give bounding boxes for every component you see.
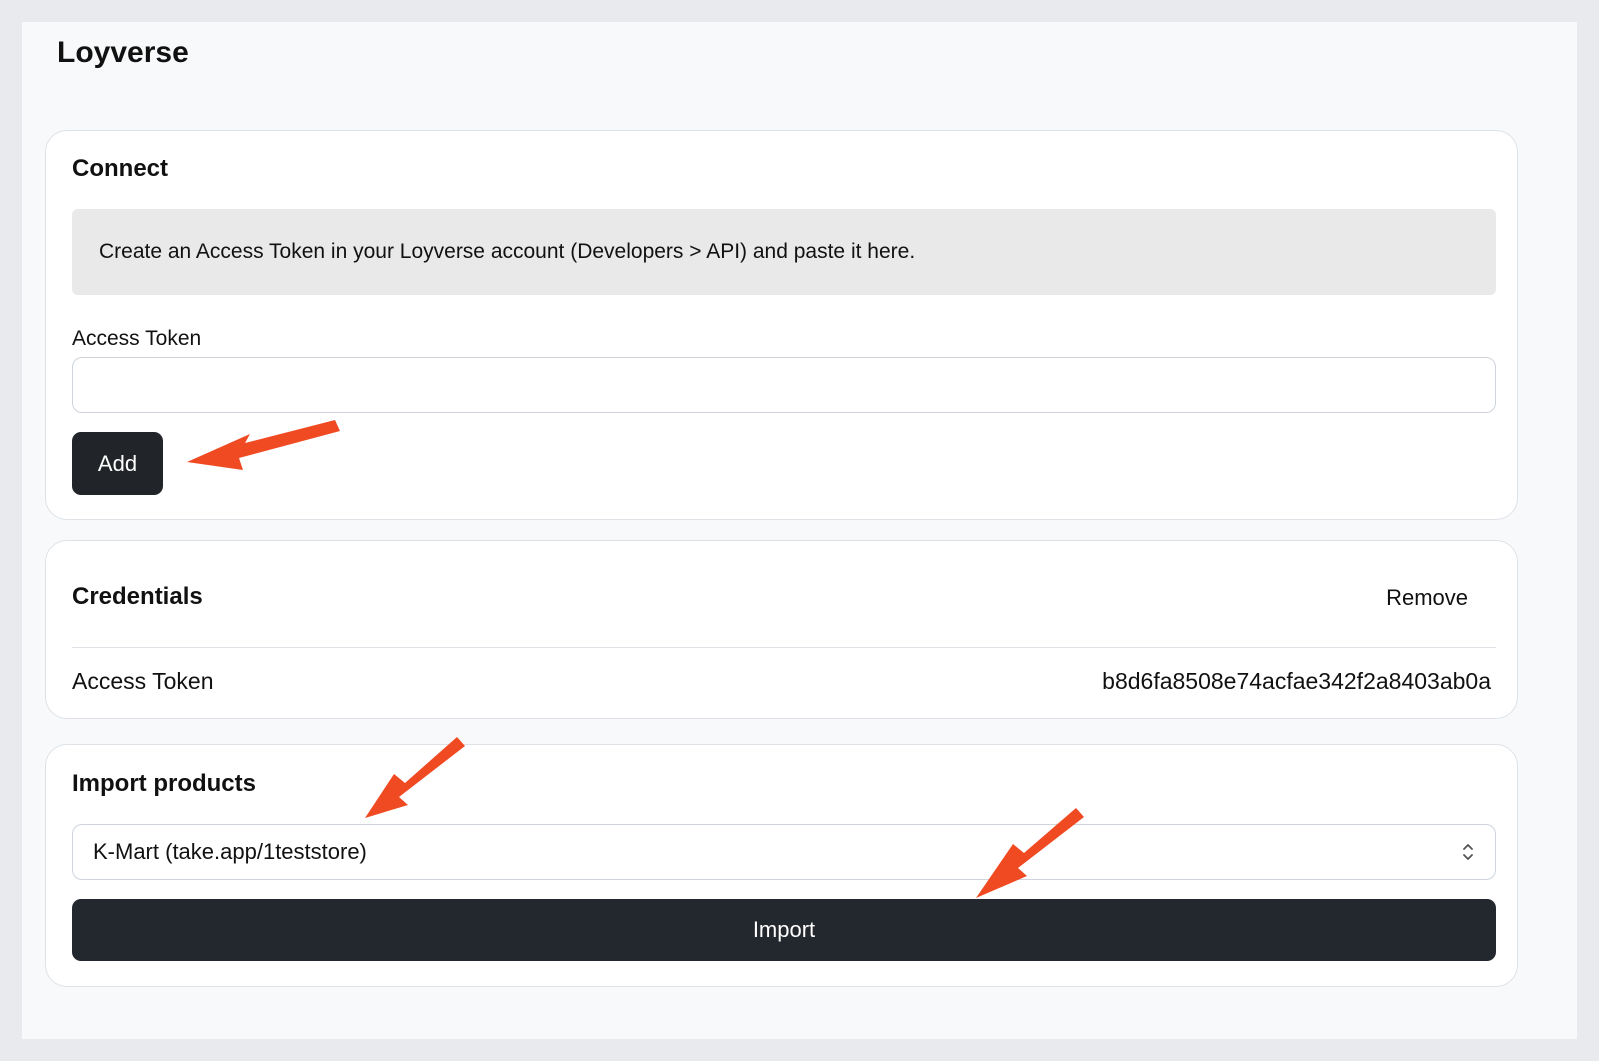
- import-products-title: Import products: [72, 770, 256, 797]
- credentials-title: Credentials: [72, 583, 203, 610]
- store-select-value: K-Mart (take.app/1teststore): [93, 839, 367, 864]
- credentials-card: Credentials Remove Access Token b8d6fa85…: [45, 540, 1518, 719]
- connect-card: Connect Create an Access Token in your L…: [45, 130, 1518, 520]
- credential-token-value: b8d6fa8508e74acfae342f2a8403ab0a: [1102, 668, 1491, 694]
- access-token-input[interactable]: [72, 357, 1496, 413]
- access-token-label: Access Token: [72, 327, 202, 350]
- remove-credentials-link[interactable]: Remove: [1386, 585, 1468, 611]
- connect-info-alert: Create an Access Token in your Loyverse …: [72, 209, 1496, 295]
- page-panel: Loyverse Connect Create an Access Token …: [22, 22, 1577, 1039]
- store-select[interactable]: K-Mart (take.app/1teststore): [72, 824, 1496, 880]
- credentials-divider: [72, 647, 1496, 648]
- chevron-up-down-icon: [1463, 844, 1473, 860]
- connect-title: Connect: [72, 155, 168, 182]
- import-button[interactable]: Import: [72, 899, 1496, 961]
- page-title: Loyverse: [57, 36, 189, 69]
- add-button[interactable]: Add: [72, 432, 163, 495]
- credential-token-label: Access Token: [72, 668, 214, 694]
- import-products-card: Import products K-Mart (take.app/1testst…: [45, 744, 1518, 987]
